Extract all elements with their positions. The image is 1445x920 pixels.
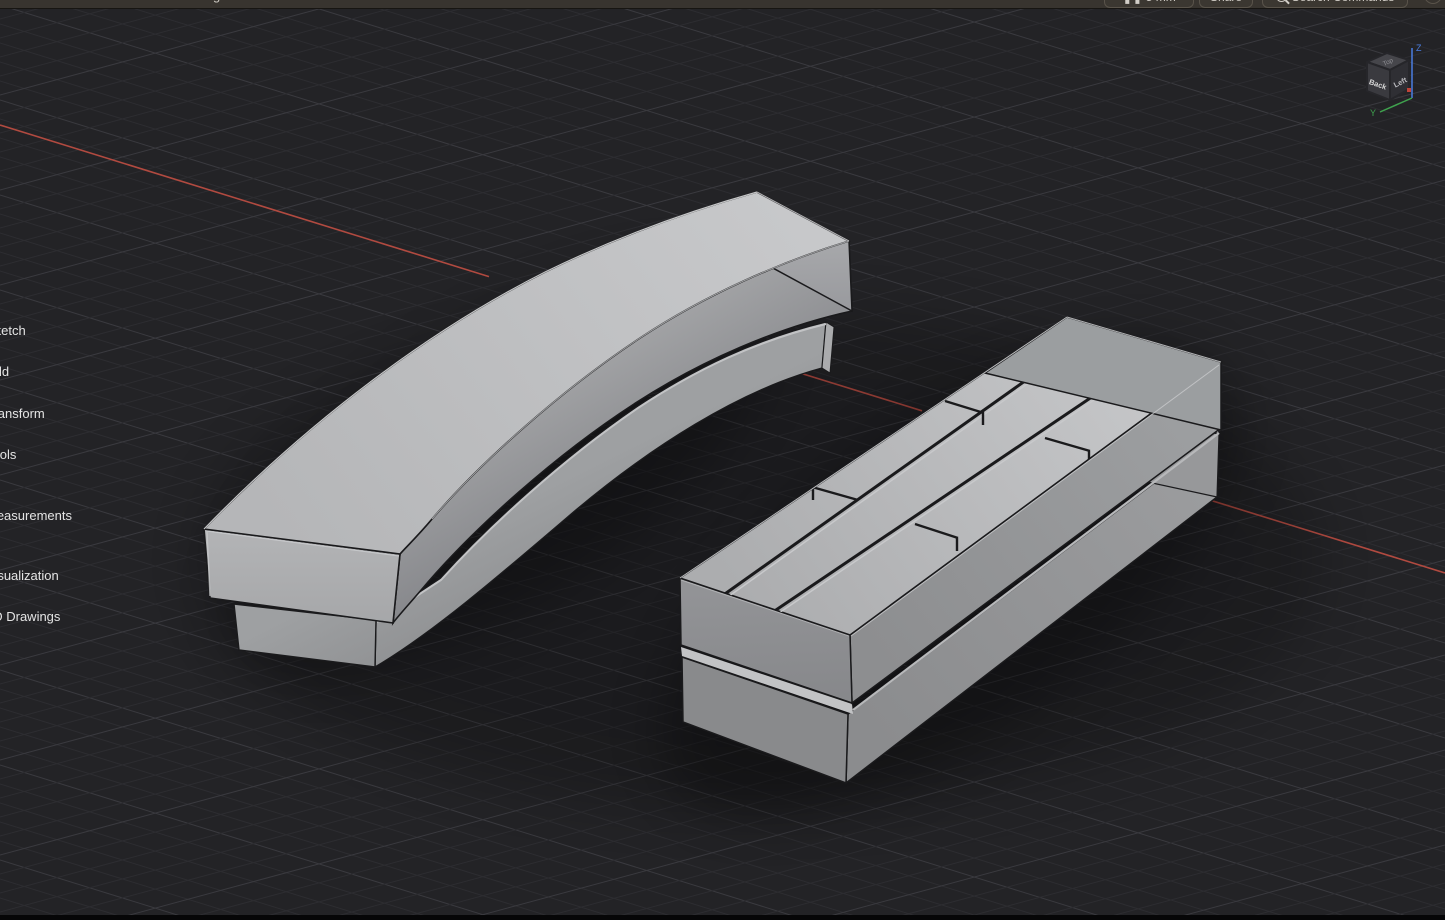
viewport-3d[interactable]: Back Left Top Z Y: [0, 0, 1445, 920]
sidebar-toggle-icon[interactable]: ▥: [16, 0, 36, 2]
grid-apps-icon[interactable]: ⊞: [56, 0, 76, 2]
sidebar-item-visualization[interactable]: Visualization: [0, 567, 59, 584]
top-bar: ▥ ⊞ <|> Unnamed Design ⌨ ☺ ❚❚ 5 mm Share…: [0, 0, 1445, 9]
share-label: Share: [1210, 0, 1242, 4]
share-button[interactable]: Share: [1199, 0, 1253, 8]
document-title[interactable]: Unnamed Design: [127, 0, 227, 6]
sidebar-item-add[interactable]: Add: [0, 363, 9, 380]
app-window: Back Left Top Z Y Sketch Add Transform T…: [0, 0, 1445, 920]
search-commands-button[interactable]: Search Commands: [1262, 0, 1408, 8]
y-axis-label: Y: [1370, 108, 1376, 118]
help-button[interactable]: ?: [1424, 0, 1442, 4]
grid-size-value: 5 mm: [1146, 0, 1176, 4]
feedback-face-icon[interactable]: ☺: [1066, 0, 1086, 2]
keyboard-icon[interactable]: ⌨: [1028, 0, 1048, 2]
view-cube[interactable]: Back Left Top Z Y: [1367, 43, 1422, 118]
search-icon: [1276, 0, 1287, 2]
sidebar-item-2d-drawings[interactable]: 2D Drawings: [0, 608, 60, 625]
sidebar-item-sketch[interactable]: Sketch: [0, 322, 26, 339]
window-bottom-edge: [0, 915, 1445, 920]
sidebar-item-tools[interactable]: Tools: [0, 446, 16, 463]
z-axis-label: Z: [1416, 43, 1422, 53]
grid-size-button[interactable]: ❚❚ 5 mm: [1104, 0, 1194, 8]
history-code-icon[interactable]: <|>: [94, 0, 122, 2]
sidebar-item-measurements[interactable]: Measurements: [0, 507, 72, 524]
search-label: Search Commands: [1292, 0, 1395, 4]
sidebar-item-transform[interactable]: Transform: [0, 405, 45, 422]
